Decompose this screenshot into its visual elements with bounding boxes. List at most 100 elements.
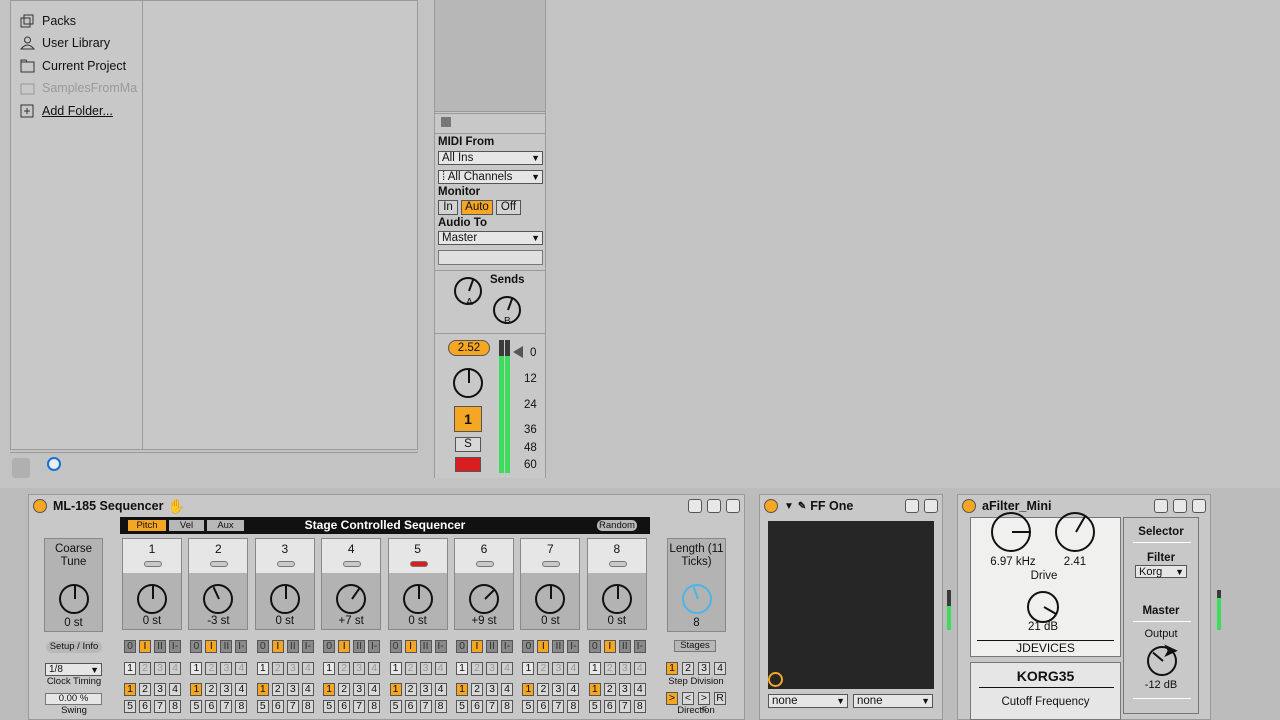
step-grid-cell[interactable]: 2 (471, 683, 483, 696)
tab-pitch[interactable]: Pitch (128, 520, 166, 531)
step-grid-cell[interactable]: I- (567, 640, 580, 653)
step-pitch-knob[interactable] (336, 584, 367, 614)
step-grid-cell[interactable]: 2 (404, 662, 417, 675)
step-grid-cell[interactable]: 2 (271, 683, 284, 696)
step-grid-cell[interactable]: 5 (256, 700, 269, 713)
random-button[interactable]: Random (597, 520, 637, 531)
add-folder-button[interactable]: Add Folder... (20, 101, 113, 121)
drive-knob[interactable] (1027, 591, 1059, 623)
step-grid-cell[interactable]: 7 (419, 700, 432, 713)
direction-pingpong[interactable]: >< (698, 692, 710, 715)
step-grid-cell[interactable]: 3 (353, 662, 366, 675)
step-grid-cell[interactable]: 4 (434, 662, 447, 675)
stage-2[interactable]: 2 (682, 662, 694, 675)
step-pitch-knob[interactable] (469, 584, 499, 614)
step-grid-cell[interactable]: II (419, 640, 432, 653)
step-grid-cell[interactable]: I- (368, 640, 381, 653)
step-grid-cell[interactable]: I- (169, 640, 181, 653)
monitor-off-button[interactable]: Off (496, 200, 521, 215)
step-grid-cell[interactable]: 3 (486, 683, 498, 696)
expand-icon[interactable]: ▼ (784, 501, 794, 512)
coarse-tune-knob[interactable] (59, 584, 89, 614)
volume-fader-triangle[interactable] (513, 346, 523, 358)
step-grid-cell[interactable]: 1 (323, 683, 336, 696)
step-grid-cell[interactable]: 5 (190, 700, 203, 713)
step-grid-cell[interactable]: 6 (139, 700, 151, 713)
step-gate-led[interactable] (276, 561, 295, 567)
step-grid-cell[interactable]: 2 (537, 683, 550, 696)
step-grid-cell[interactable]: I- (301, 640, 314, 653)
direction-forward[interactable]: > (666, 692, 678, 705)
step-grid-cell[interactable]: 4 (501, 662, 513, 675)
device-power-button[interactable] (33, 499, 47, 513)
step-grid-cell[interactable]: 5 (124, 700, 136, 713)
device-power-button[interactable] (962, 499, 976, 513)
step-grid-cell[interactable]: 4 (633, 683, 646, 696)
step-grid-cell[interactable]: II (618, 640, 631, 653)
step-grid-cell[interactable]: I (537, 640, 550, 653)
step-grid-cell[interactable]: 4 (169, 683, 181, 696)
x-mapping-select[interactable]: none (768, 694, 848, 708)
step-grid-cell[interactable]: 1 (190, 662, 203, 675)
y-mapping-select[interactable]: none (853, 694, 933, 708)
track-activator-button[interactable]: 1 (454, 406, 482, 432)
step-grid-cell[interactable]: 6 (404, 700, 417, 713)
direction-random[interactable]: R (714, 692, 726, 705)
step-grid-cell[interactable]: II (154, 640, 166, 653)
step-grid-cell[interactable]: 5 (389, 700, 402, 713)
step-grid-cell[interactable]: 2 (271, 662, 284, 675)
step-grid-cell[interactable]: 5 (456, 700, 468, 713)
step-grid-cell[interactable]: 2 (338, 662, 351, 675)
step-grid-cell[interactable]: 3 (286, 662, 299, 675)
step-grid-cell[interactable]: 0 (588, 640, 601, 653)
step-grid-cell[interactable]: 3 (552, 683, 565, 696)
step-grid-cell[interactable]: 2 (404, 683, 417, 696)
setup-info-button[interactable]: Setup / Info (46, 641, 102, 653)
hotswap-icon[interactable] (12, 458, 30, 478)
step-grid-cell[interactable]: 3 (154, 662, 166, 675)
solo-button[interactable]: S (455, 437, 481, 452)
step-grid-cell[interactable]: 7 (618, 700, 631, 713)
step-grid-cell[interactable]: 0 (256, 640, 269, 653)
edit-icon[interactable]: ✎ (798, 501, 806, 512)
xy-pad-handle[interactable] (768, 672, 783, 687)
step-grid-cell[interactable]: 1 (124, 683, 136, 696)
clock-timing-select[interactable]: 1/8 (45, 663, 102, 676)
step-grid-cell[interactable]: 6 (338, 700, 351, 713)
step-grid-cell[interactable]: 0 (190, 640, 203, 653)
filter-select[interactable]: Korg (1135, 565, 1187, 578)
tab-aux[interactable]: Aux (207, 520, 244, 531)
step-grid-cell[interactable]: 1 (256, 683, 269, 696)
place-packs[interactable]: Packs (20, 11, 76, 31)
step-grid-cell[interactable]: 8 (567, 700, 580, 713)
step-grid-cell[interactable]: 2 (537, 662, 550, 675)
step-grid-cell[interactable]: 0 (323, 640, 336, 653)
step-grid-cell[interactable]: 3 (220, 683, 233, 696)
step-grid-cell[interactable]: 1 (389, 683, 402, 696)
step-grid-cell[interactable]: 2 (338, 683, 351, 696)
step-grid-cell[interactable]: 1 (190, 683, 203, 696)
monitor-auto-button[interactable]: Auto (461, 200, 493, 215)
step-grid-cell[interactable]: 5 (588, 700, 601, 713)
frequency-knob[interactable] (991, 512, 1031, 552)
step-grid-cell[interactable]: 5 (522, 700, 535, 713)
step-grid-cell[interactable]: 7 (486, 700, 498, 713)
step-grid-cell[interactable]: 7 (552, 700, 565, 713)
length-knob[interactable] (682, 584, 712, 614)
step-grid-cell[interactable]: II (220, 640, 233, 653)
midi-from-select[interactable]: All Ins (438, 151, 543, 165)
swing-value[interactable]: 0.00 % (45, 693, 102, 705)
step-grid-cell[interactable]: 1 (522, 662, 535, 675)
device-hotswap-icon[interactable] (905, 499, 919, 513)
step-grid-cell[interactable]: I- (235, 640, 248, 653)
step-grid-cell[interactable]: 2 (139, 662, 151, 675)
step-pitch-knob[interactable] (203, 584, 234, 614)
step-grid-cell[interactable]: I (205, 640, 218, 653)
step-grid-cell[interactable]: 7 (154, 700, 166, 713)
step-grid-cell[interactable]: I- (633, 640, 646, 653)
step-grid-cell[interactable]: 3 (618, 683, 631, 696)
step-grid-cell[interactable]: II (552, 640, 565, 653)
monitor-in-button[interactable]: In (438, 200, 458, 215)
step-grid-cell[interactable]: 4 (633, 662, 646, 675)
step-grid-cell[interactable]: 3 (154, 683, 166, 696)
